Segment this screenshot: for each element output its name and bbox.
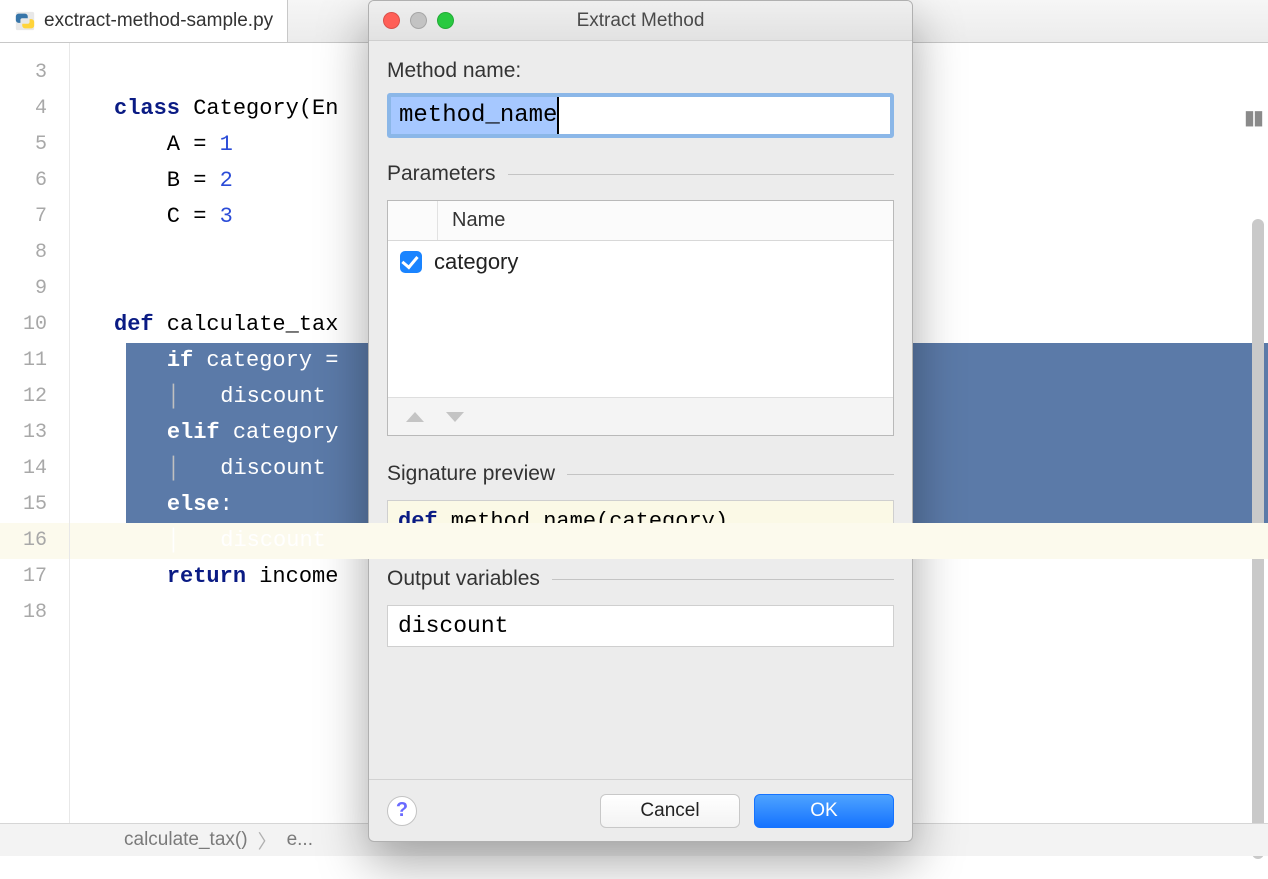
line-number: 5 bbox=[0, 127, 69, 163]
line-number-gutter: 3 4 5 6 7 8 9 10 11 12 13 14 15 16 17 18 bbox=[0, 43, 70, 833]
parameters-label: Parameters bbox=[387, 162, 496, 186]
line-number: 18 bbox=[0, 595, 69, 631]
code-line: │ discount bbox=[70, 451, 1268, 487]
output-variables-label: Output variables bbox=[387, 567, 540, 591]
line-number: 8 bbox=[0, 235, 69, 271]
tab-filename: exctract-method-sample.py bbox=[44, 10, 273, 32]
checkbox-column bbox=[388, 201, 438, 240]
zoom-window-icon[interactable] bbox=[437, 12, 454, 29]
output-variables: discount bbox=[387, 605, 894, 647]
method-name-input-wrap: method_name bbox=[387, 93, 894, 138]
minimize-window-icon bbox=[410, 12, 427, 29]
name-column-header: Name bbox=[438, 209, 505, 232]
line-number: 13 bbox=[0, 415, 69, 451]
cancel-button[interactable]: Cancel bbox=[600, 794, 740, 828]
line-number: 11 bbox=[0, 343, 69, 379]
method-name-label: Method name: bbox=[387, 59, 894, 83]
line-number: 14 bbox=[0, 451, 69, 487]
parameter-name: category bbox=[434, 249, 518, 275]
line-number: 17 bbox=[0, 559, 69, 595]
line-number: 10 bbox=[0, 307, 69, 343]
help-button[interactable]: ? bbox=[387, 796, 417, 826]
ok-button[interactable]: OK bbox=[754, 794, 894, 828]
divider bbox=[508, 174, 894, 175]
code-line: else: bbox=[70, 487, 1268, 523]
breadcrumb-item[interactable]: calculate_tax() bbox=[124, 829, 248, 851]
chevron-right-icon: 〉 bbox=[258, 827, 277, 854]
dialog-footer: ? Cancel OK bbox=[369, 779, 912, 841]
breadcrumb-item[interactable]: e... bbox=[287, 829, 313, 851]
divider bbox=[552, 579, 894, 580]
code-line: if category = bbox=[70, 343, 1268, 379]
code-line: │ discount bbox=[70, 523, 1268, 559]
line-number: 16 bbox=[0, 523, 69, 559]
window-controls bbox=[369, 12, 454, 29]
dialog-titlebar[interactable]: Extract Method bbox=[369, 1, 912, 41]
line-number: 3 bbox=[0, 55, 69, 91]
line-number: 7 bbox=[0, 199, 69, 235]
line-number: 12 bbox=[0, 379, 69, 415]
python-file-icon bbox=[14, 10, 36, 32]
parameters-header: Name bbox=[388, 201, 893, 241]
code-line: │ discount bbox=[70, 379, 1268, 415]
parameter-checkbox[interactable] bbox=[400, 251, 422, 273]
line-number: 6 bbox=[0, 163, 69, 199]
line-number: 15 bbox=[0, 487, 69, 523]
line-number: 4 bbox=[0, 91, 69, 127]
line-number: 9 bbox=[0, 271, 69, 307]
editor-tab[interactable]: exctract-method-sample.py bbox=[0, 0, 288, 42]
close-window-icon[interactable] bbox=[383, 12, 400, 29]
method-name-input[interactable]: method_name bbox=[391, 97, 890, 134]
parameter-row[interactable]: category bbox=[388, 241, 893, 283]
code-line: elif category bbox=[70, 415, 1268, 451]
